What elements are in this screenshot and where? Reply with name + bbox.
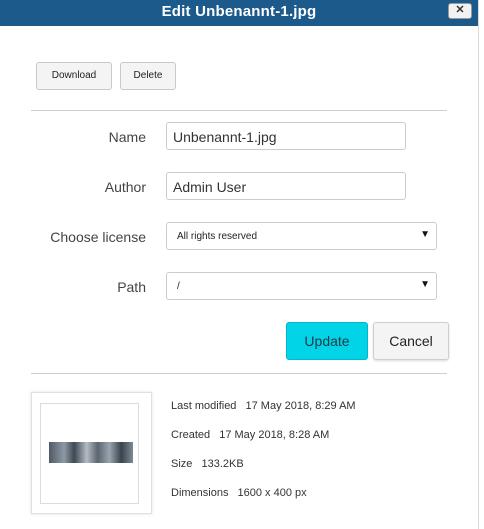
license-label: Choose license (50, 229, 146, 245)
close-icon: ✕ (455, 4, 465, 16)
license-select[interactable]: All rights reserved ▼ (166, 222, 437, 250)
edit-file-dialog: Edit Unbenannt-1.jpg ✕ Download Delete N… (0, 0, 479, 529)
last-modified-label: Last modified (171, 400, 237, 412)
size-label: Size (171, 458, 193, 470)
created-label: Created (171, 429, 211, 441)
name-field[interactable]: Unbenannt-1.jpg (166, 122, 406, 150)
dimensions-label: Dimensions (171, 487, 229, 499)
chevron-down-icon: ▼ (420, 279, 430, 290)
update-button[interactable]: Update (286, 322, 368, 360)
divider (31, 110, 447, 111)
file-preview (31, 392, 152, 514)
divider (31, 373, 447, 374)
last-modified-row: Last modified 17 May 2018, 8:29 AM (171, 400, 356, 412)
name-label: Name (108, 129, 146, 145)
path-select[interactable]: / ▼ (166, 272, 437, 300)
preview-frame (40, 403, 139, 504)
path-selected-value: / (177, 281, 180, 292)
created-row: Created 17 May 2018, 8:28 AM (171, 429, 329, 441)
path-label: Path (117, 279, 146, 295)
size-row: Size 133.2KB (171, 458, 244, 470)
dialog-title: Edit Unbenannt-1.jpg (161, 3, 317, 20)
author-field[interactable]: Admin User (166, 172, 406, 200)
close-button[interactable]: ✕ (448, 3, 472, 19)
license-selected-value: All rights reserved (177, 231, 258, 242)
dimensions-value: 1600 x 400 px (237, 487, 307, 499)
dialog-titlebar: Edit Unbenannt-1.jpg ✕ (0, 0, 478, 26)
cancel-button[interactable]: Cancel (373, 322, 449, 360)
delete-button[interactable]: Delete (120, 62, 176, 90)
chevron-down-icon: ▼ (420, 229, 430, 240)
size-value: 133.2KB (201, 458, 244, 470)
created-value: 17 May 2018, 8:28 AM (219, 429, 330, 441)
preview-image (49, 442, 133, 463)
last-modified-value: 17 May 2018, 8:29 AM (245, 400, 356, 412)
author-label: Author (104, 179, 146, 195)
download-button[interactable]: Download (36, 62, 112, 90)
dimensions-row: Dimensions 1600 x 400 px (171, 487, 307, 499)
